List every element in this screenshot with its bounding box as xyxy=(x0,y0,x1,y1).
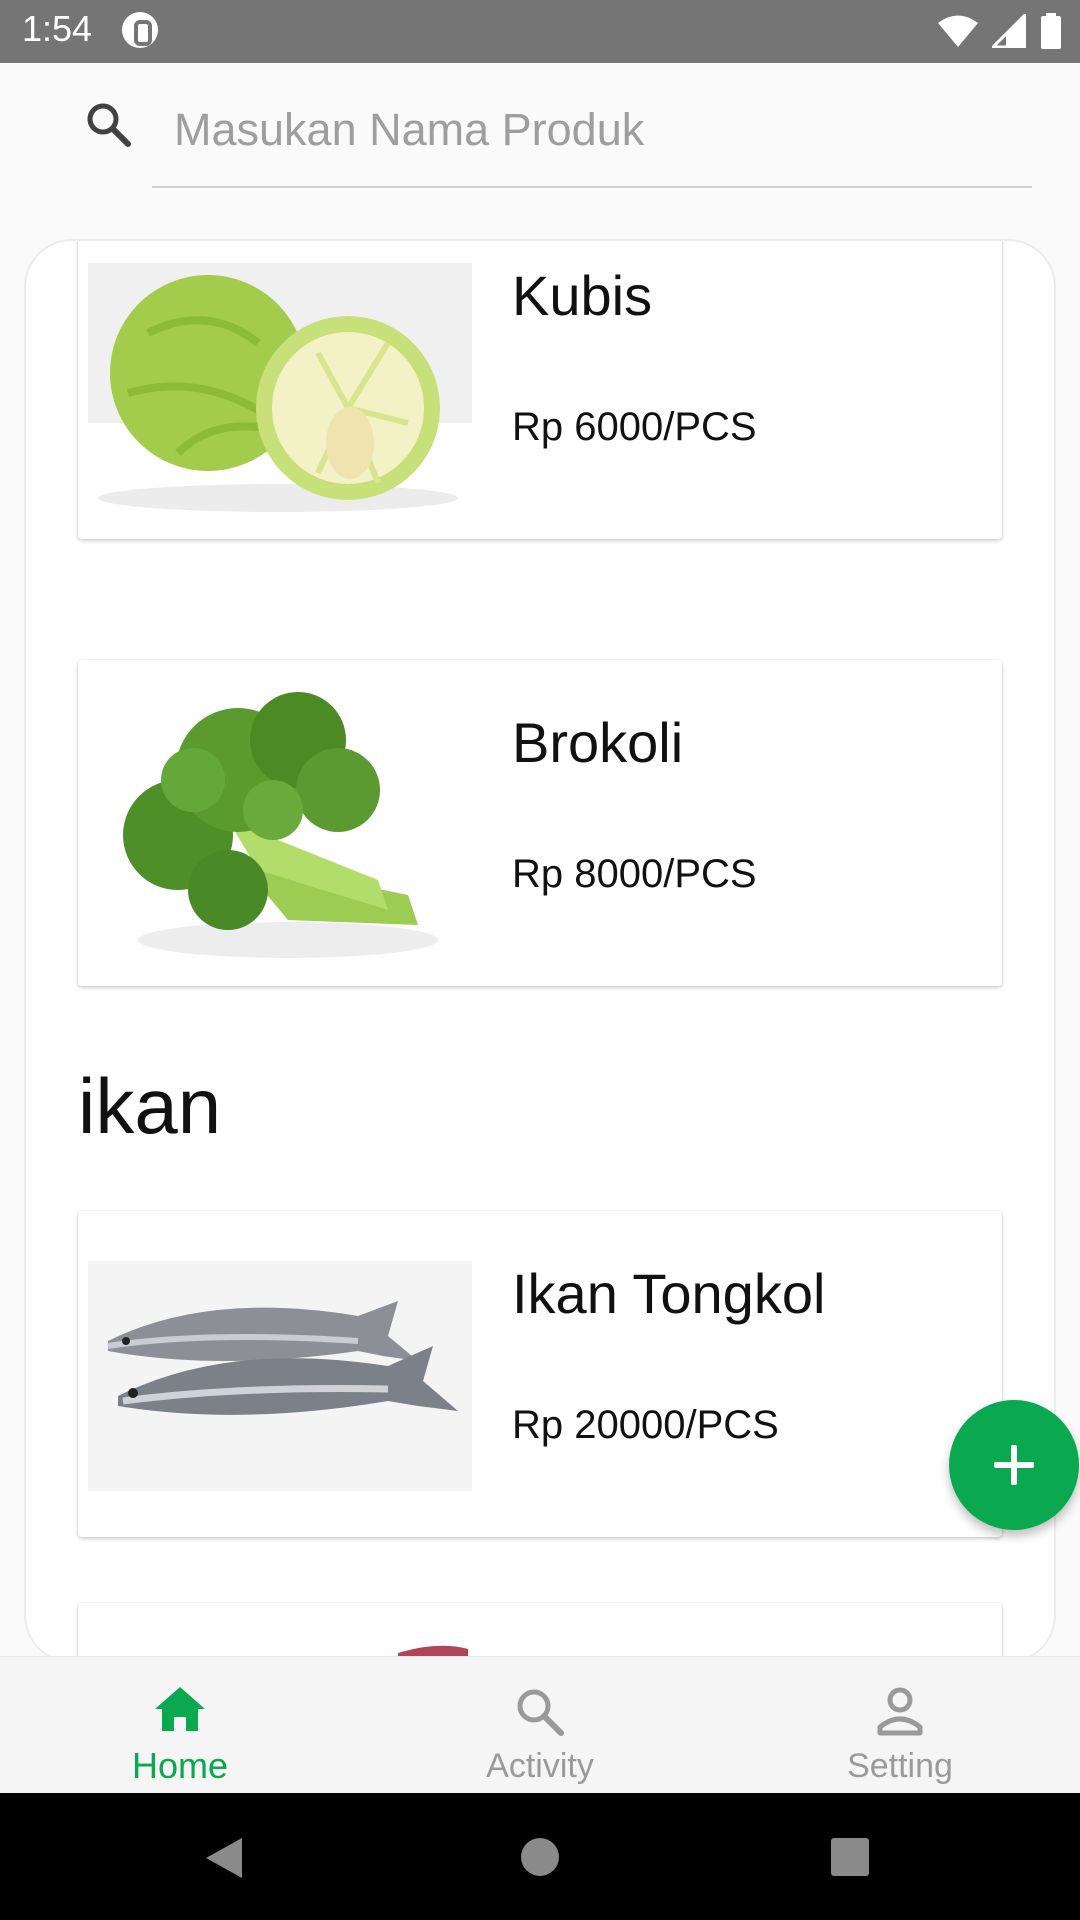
battery-icon xyxy=(1041,13,1061,49)
cabbage-image xyxy=(88,241,472,529)
search-icon xyxy=(87,103,131,147)
system-navigation-bar xyxy=(0,1793,1080,1920)
search-bar xyxy=(0,63,1080,203)
product-price: Rp 8000/PCS xyxy=(512,852,757,896)
product-list-panel[interactable]: Kubis Rp 6000/PCS Brokoli Rp 8000/PCS ik… xyxy=(26,241,1054,1661)
product-image xyxy=(88,1613,472,1661)
back-icon[interactable] xyxy=(204,1836,244,1880)
notification-app-icon xyxy=(122,12,158,48)
product-name: Kubis xyxy=(512,264,653,327)
product-card-partial[interactable] xyxy=(78,1603,1002,1661)
recents-icon[interactable] xyxy=(830,1837,870,1877)
home-icon xyxy=(155,1687,205,1731)
nav-home[interactable]: Home xyxy=(0,1657,360,1794)
tuna-fish-image xyxy=(88,1221,472,1527)
status-time: 1:54 xyxy=(22,8,93,49)
status-icons xyxy=(938,12,1062,50)
product-price: Rp 6000/PCS xyxy=(512,405,757,449)
person-icon xyxy=(877,1687,923,1736)
search-underline xyxy=(152,186,1032,188)
product-card-brokoli[interactable]: Brokoli Rp 8000/PCS xyxy=(78,660,1002,986)
cell-signal-icon xyxy=(992,14,1026,48)
product-price: Rp 20000/PCS xyxy=(512,1403,779,1447)
bottom-navigation: Home Activity Setting xyxy=(0,1656,1080,1794)
broccoli-image xyxy=(88,670,472,976)
product-name: Brokoli xyxy=(512,711,684,774)
nav-label: Home xyxy=(131,1745,229,1786)
nav-label: Setting xyxy=(847,1747,953,1785)
nav-setting[interactable]: Setting xyxy=(720,1657,1080,1794)
product-card-kubis[interactable]: Kubis Rp 6000/PCS xyxy=(78,241,1002,539)
product-name: Ikan Tongkol xyxy=(512,1262,826,1325)
category-title: ikan xyxy=(78,1062,222,1150)
add-product-button[interactable] xyxy=(949,1400,1079,1530)
home-circle-icon[interactable] xyxy=(520,1837,560,1877)
product-card-ikan-tongkol[interactable]: Ikan Tongkol Rp 20000/PCS xyxy=(78,1211,1002,1537)
nav-label: Activity xyxy=(486,1747,594,1785)
status-bar: 1:54 xyxy=(0,0,1080,63)
wifi-icon xyxy=(938,15,978,47)
search-input[interactable] xyxy=(152,95,1032,165)
nav-activity[interactable]: Activity xyxy=(360,1657,720,1794)
search-icon xyxy=(517,1689,564,1736)
